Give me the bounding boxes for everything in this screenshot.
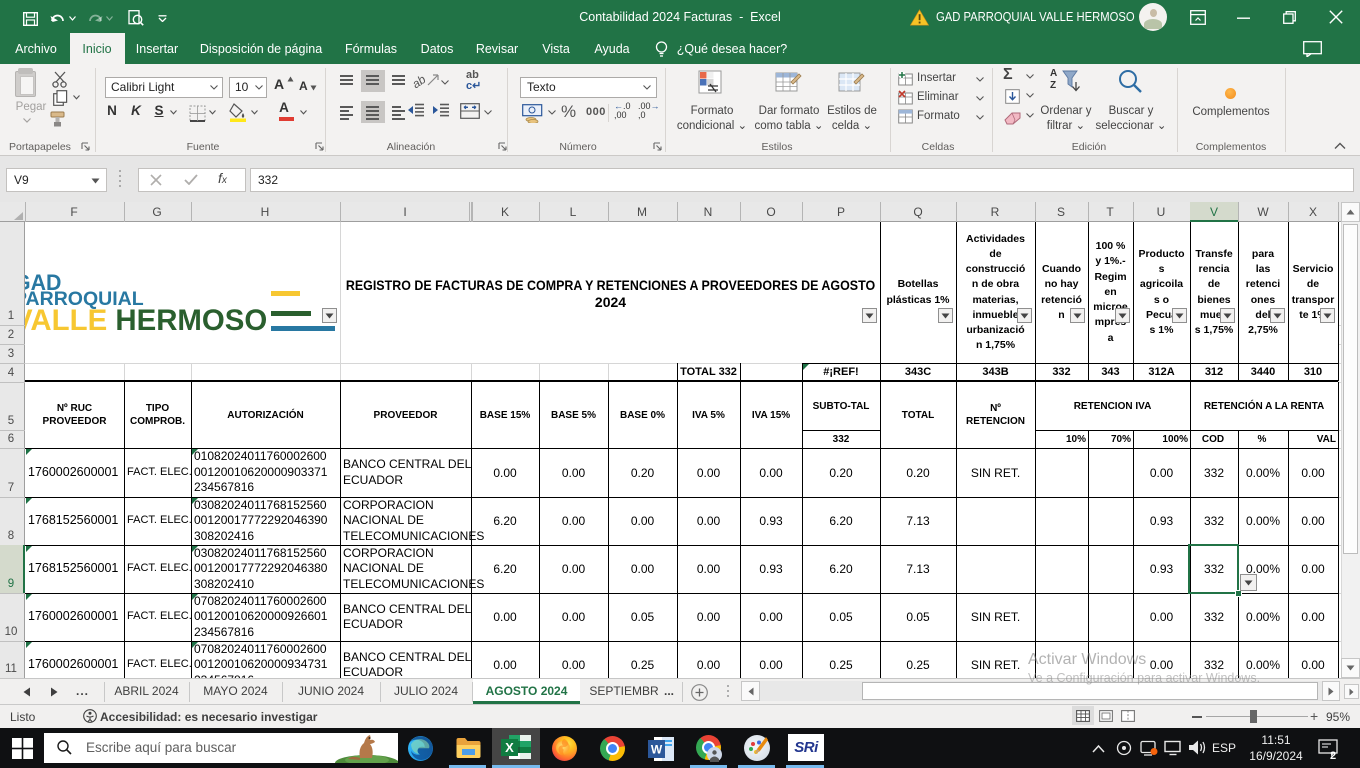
svg-text:W: W (651, 743, 663, 757)
svg-text:X: X (505, 740, 514, 755)
